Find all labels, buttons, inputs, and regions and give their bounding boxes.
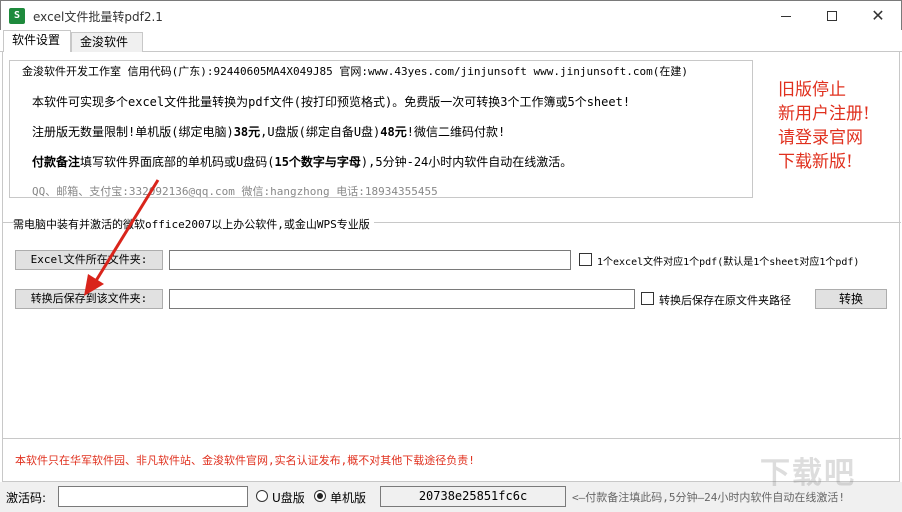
window-title: excel文件批量转pdf2.1 xyxy=(33,10,163,24)
machine-code-field[interactable]: 20738e25851fc6c xyxy=(380,486,566,507)
info-line-features: 本软件可实现多个excel文件批量转换为pdf文件(按打印预览格式)。免费版一次… xyxy=(32,95,631,109)
one-pdf-per-file-label: 1个excel文件对应1个pdf(默认是1个sheet对应1个pdf) xyxy=(597,257,860,268)
info-line-payment-note: 付款备注填写软件界面底部的单机码或U盘码(15个数字与字母),5分钟-24小时内… xyxy=(32,153,572,170)
notice-line-2: 新用户注册! xyxy=(778,104,870,124)
usb-version-radio[interactable] xyxy=(256,490,268,502)
tab-bar: 软件设置 金浚软件 xyxy=(0,30,902,53)
tab-jinjun-software[interactable]: 金浚软件 xyxy=(71,32,143,52)
pricing-text-e: !微信二维码付款! xyxy=(406,125,506,139)
maximize-icon xyxy=(827,11,837,21)
pricing-text-c: ,U盘版(绑定自备U盘) xyxy=(260,125,381,139)
info-groupbox: 金浚软件开发工作室 信用代码(广东):92440605MA4X049J85 官网… xyxy=(9,60,753,198)
payment-note-text-b: 填写软件界面底部的单机码或U盘码( xyxy=(80,155,275,169)
payment-hint: <—付款备注填此码,5分钟—24小时内软件自动在线激活! xyxy=(572,491,845,504)
distribution-disclaimer: 本软件只在华军软件园、非凡软件站、金浚软件官网,实名认证发布,概不对其他下载途径… xyxy=(15,454,475,467)
excel-folder-button[interactable]: Excel文件所在文件夹: xyxy=(15,250,163,270)
close-icon: ✕ xyxy=(871,6,885,25)
notice-line-1: 旧版停止 xyxy=(778,80,846,100)
requirement-text: 需电脑中装有并激活的微软office2007以上办公软件,或金山WPS专业版 xyxy=(13,216,374,232)
single-machine-label: 单机版 xyxy=(330,491,367,505)
app-icon: S xyxy=(9,8,25,24)
payment-note-text-d: ),5分钟-24小时内软件自动在线激活。 xyxy=(360,155,573,169)
convert-button[interactable]: 转换 xyxy=(815,289,887,309)
minimize-icon xyxy=(781,15,791,17)
payment-note-label: 付款备注 xyxy=(32,155,81,169)
site-watermark-logo: 下载吧 xyxy=(760,456,856,491)
settings-panel: 金浚软件开发工作室 信用代码(广东):92440605MA4X049J85 官网… xyxy=(2,52,901,482)
info-line-contact: QQ、邮箱、支付宝:332092136@qq.com 微信:hangzhong … xyxy=(32,185,438,198)
bottom-divider xyxy=(3,438,901,439)
minimize-button[interactable] xyxy=(763,1,809,31)
save-in-original-folder-checkbox[interactable] xyxy=(641,292,654,305)
price-single: 38元 xyxy=(233,125,261,139)
save-in-original-folder-label: 转换后保存在原文件夹路径 xyxy=(659,294,791,307)
pricing-text-a: 注册版无数量限制!单机版(绑定电脑) xyxy=(32,125,234,139)
one-pdf-per-file-checkbox[interactable] xyxy=(579,253,592,266)
save-folder-input[interactable] xyxy=(169,289,635,309)
usb-version-label: U盘版 xyxy=(272,491,305,505)
close-button[interactable]: ✕ xyxy=(855,1,901,31)
info-line-pricing: 注册版无数量限制!单机版(绑定电脑)38元,U盘版(绑定自备U盘)48元!微信二… xyxy=(32,123,505,140)
studio-info-legend: 金浚软件开发工作室 信用代码(广东):92440605MA4X049J85 官网… xyxy=(20,63,690,79)
price-usb: 48元 xyxy=(380,125,407,139)
excel-folder-input[interactable] xyxy=(169,250,571,270)
activation-code-input[interactable] xyxy=(58,486,248,507)
notice-line-3: 请登录官网 xyxy=(778,128,863,148)
payment-note-code-length: 15个数字与字母 xyxy=(274,155,361,169)
maximize-button[interactable] xyxy=(809,1,855,31)
single-machine-radio[interactable] xyxy=(314,490,326,502)
notice-line-4: 下载新版! xyxy=(778,152,853,172)
save-folder-button[interactable]: 转换后保存到该文件夹: xyxy=(15,289,163,309)
radio-selected-dot xyxy=(317,493,323,499)
tab-software-settings[interactable]: 软件设置 xyxy=(3,30,71,53)
title-bar: S excel文件批量转pdf2.1 ✕ xyxy=(0,0,902,30)
deprecation-notice: 旧版停止 新用户注册! 请登录官网 下载新版! xyxy=(778,78,888,174)
activation-code-label: 激活码: xyxy=(6,491,47,505)
